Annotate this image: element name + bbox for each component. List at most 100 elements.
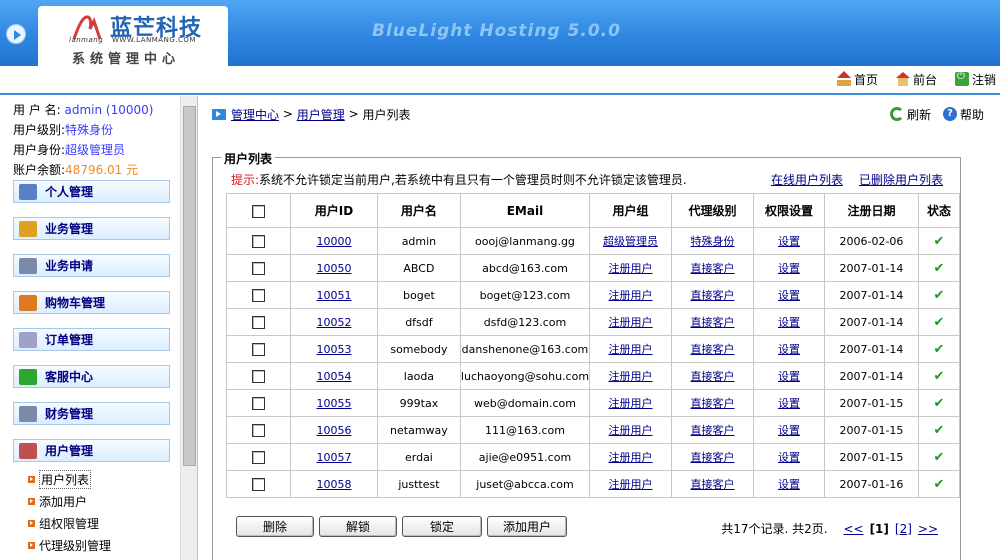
submenu-item-group-perms[interactable]: 组权限管理	[28, 512, 111, 534]
user-id-link[interactable]: 10000	[316, 235, 351, 248]
unlock-button[interactable]: 解锁	[319, 516, 397, 537]
user-id-cell: 10058	[289, 470, 378, 498]
select-all-checkbox[interactable]	[251, 204, 265, 218]
user-id-link[interactable]: 10052	[316, 316, 351, 329]
row-checkbox[interactable]	[251, 342, 265, 356]
row-checkbox[interactable]	[251, 234, 265, 248]
table-row: 10058 justtest juset@abcca.com 注册用户 直接客户 设置 20…	[226, 470, 961, 498]
user-group-link[interactable]: 注册用户	[609, 451, 653, 464]
deleted-users-link[interactable]: 已删除用户列表	[859, 171, 943, 188]
toplink-frontend[interactable]: 前台	[895, 71, 937, 88]
breadcrumb-mid[interactable]: 用户管理	[297, 106, 345, 123]
column-header[interactable]: 注册日期	[823, 193, 919, 228]
row-checkbox[interactable]	[251, 369, 265, 383]
row-checkbox[interactable]	[251, 477, 265, 491]
permission-settings-link[interactable]: 设置	[778, 424, 800, 437]
user-group-link[interactable]: 注册用户	[609, 343, 653, 356]
column-header[interactable]: 用户名	[376, 193, 461, 228]
permission-settings-link[interactable]: 设置	[778, 478, 800, 491]
sidebar-scrollbar[interactable]	[180, 96, 197, 560]
user-group-link[interactable]: 注册用户	[609, 262, 653, 275]
agent-level-link[interactable]: 直接客户	[691, 316, 735, 329]
permission-settings-link[interactable]: 设置	[778, 451, 800, 464]
permission-settings-link[interactable]: 设置	[778, 397, 800, 410]
user-group-link[interactable]: 超级管理员	[603, 235, 658, 248]
toplink-home[interactable]: 首页	[836, 71, 878, 88]
status-check-icon: ✔	[933, 287, 945, 303]
row-checkbox[interactable]	[251, 396, 265, 410]
user-id-link[interactable]: 10057	[316, 451, 351, 464]
menu-item-orders[interactable]: 订单管理	[13, 328, 170, 351]
agent-level-link[interactable]: 直接客户	[691, 289, 735, 302]
menu-item-business[interactable]: 业务管理	[13, 217, 170, 240]
scrollbar-thumb[interactable]	[183, 106, 196, 466]
agent-level-link[interactable]: 直接客户	[691, 478, 735, 491]
agent-level-link[interactable]: 直接客户	[691, 397, 735, 410]
row-checkbox[interactable]	[251, 261, 265, 275]
add-user-button[interactable]: 添加用户	[487, 516, 567, 537]
menu-item-finance[interactable]: 财务管理	[13, 402, 170, 425]
agent-level-link[interactable]: 直接客户	[691, 343, 735, 356]
column-header[interactable]: 权限设置	[753, 193, 825, 228]
permission-settings-link[interactable]: 设置	[778, 262, 800, 275]
menu-item-support[interactable]: 客服中心	[13, 365, 170, 388]
agent-level-link[interactable]: 直接客户	[691, 262, 735, 275]
column-header[interactable]: 用户ID	[289, 193, 378, 228]
row-checkbox[interactable]	[251, 423, 265, 437]
breadcrumb-root[interactable]: 管理中心	[231, 106, 279, 123]
user-id-link[interactable]: 10058	[316, 478, 351, 491]
column-header[interactable]: 代理级别	[671, 193, 754, 228]
submenu-item-label: 组权限管理	[39, 516, 100, 531]
delete-button[interactable]: 删除	[236, 516, 314, 537]
submenu-item-agent-levels[interactable]: 代理级别管理	[28, 534, 111, 556]
user-id-link[interactable]: 10055	[316, 397, 351, 410]
submenu-item-add-user[interactable]: 添加用户	[28, 490, 111, 512]
permission-settings-link[interactable]: 设置	[778, 370, 800, 383]
menu-item-users[interactable]: 用户管理	[13, 439, 170, 462]
lock-button[interactable]: 锁定	[402, 516, 482, 537]
column-header[interactable]: EMail	[459, 193, 591, 228]
agent-level-link[interactable]: 直接客户	[691, 424, 735, 437]
permission-settings-link[interactable]: 设置	[778, 289, 800, 302]
user-id-link[interactable]: 10050	[316, 262, 351, 275]
menu-item-personal[interactable]: 个人管理	[13, 180, 170, 203]
toplink-logout[interactable]: 注销	[954, 71, 996, 88]
user-group-cell: 注册用户	[589, 254, 673, 282]
pager-page[interactable]: [2]	[895, 522, 912, 536]
user-group-link[interactable]: 注册用户	[609, 478, 653, 491]
table-row: 10000 admin oooj@lanmang.gg 超级管理员 特殊身份 设置 2006…	[226, 227, 961, 255]
pager-next[interactable]: >>	[918, 522, 938, 536]
submenu-item-user-list[interactable]: 用户列表	[28, 468, 111, 490]
agent-level-link[interactable]: 直接客户	[691, 451, 735, 464]
status-cell: ✔	[917, 308, 961, 336]
row-checkbox[interactable]	[251, 450, 265, 464]
help-button[interactable]: ? 帮助	[942, 106, 984, 123]
online-users-link[interactable]: 在线用户列表	[771, 171, 843, 188]
refresh-button[interactable]: 刷新	[889, 106, 931, 123]
agent-level-link[interactable]: 直接客户	[691, 370, 735, 383]
permission-settings-link[interactable]: 设置	[778, 235, 800, 248]
pager-prev[interactable]: <<	[843, 522, 863, 536]
email-cell: boget@123.com	[459, 281, 591, 309]
row-checkbox[interactable]	[251, 288, 265, 302]
menu-item-cart[interactable]: 购物车管理	[13, 291, 170, 314]
user-id-link[interactable]: 10056	[316, 424, 351, 437]
play-icon[interactable]	[6, 24, 26, 44]
user-group-link[interactable]: 注册用户	[609, 397, 653, 410]
user-group-cell: 注册用户	[589, 281, 673, 309]
user-group-link[interactable]: 注册用户	[609, 424, 653, 437]
permission-settings-link[interactable]: 设置	[778, 343, 800, 356]
permission-settings-link[interactable]: 设置	[778, 316, 800, 329]
agent-level-link[interactable]: 特殊身份	[691, 235, 735, 248]
user-group-link[interactable]: 注册用户	[609, 289, 653, 302]
user-group-link[interactable]: 注册用户	[609, 316, 653, 329]
user-id-link[interactable]: 10054	[316, 370, 351, 383]
column-header[interactable]: 用户组	[589, 193, 673, 228]
select-cell	[226, 254, 291, 282]
email-cell: juset@abcca.com	[459, 470, 591, 498]
user-id-link[interactable]: 10051	[316, 289, 351, 302]
user-id-link[interactable]: 10053	[316, 343, 351, 356]
menu-item-apply[interactable]: 业务申请	[13, 254, 170, 277]
row-checkbox[interactable]	[251, 315, 265, 329]
user-group-link[interactable]: 注册用户	[609, 370, 653, 383]
